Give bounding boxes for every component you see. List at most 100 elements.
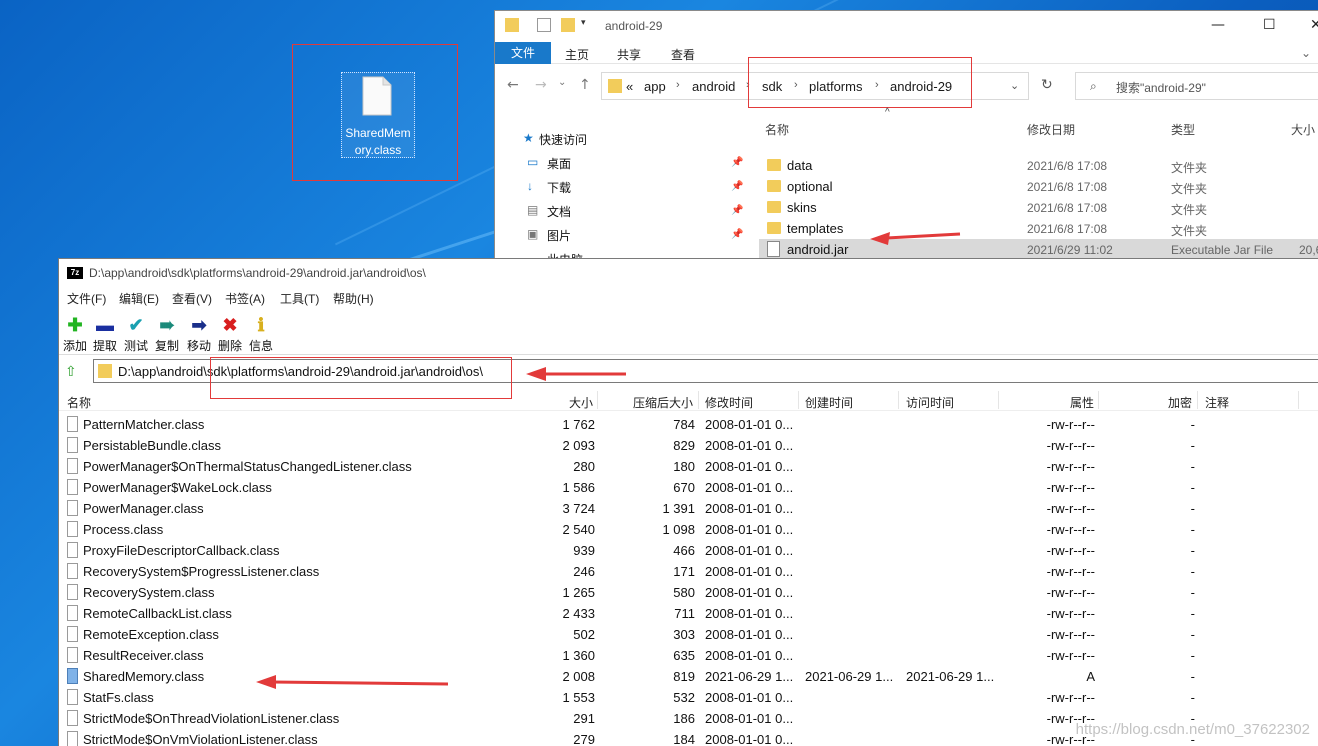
column-header-created[interactable]: 创建时间 [805, 394, 853, 411]
forward-icon[interactable]: → [535, 77, 547, 93]
column-header-packed-size[interactable]: 压缩后大小 [633, 394, 693, 411]
up-icon[interactable]: ↑ [579, 77, 591, 93]
table-row[interactable]: PersistableBundle.class 2 093 829 2008-01-0… [59, 435, 1318, 456]
table-row[interactable]: PowerManager.class 3 724 1 391 2008-01-01 0… [59, 498, 1318, 519]
copy-button[interactable]: ➠ 复制 [151, 315, 183, 354]
close-icon[interactable]: ✕ [1310, 17, 1318, 33]
table-row[interactable]: PatternMatcher.class 1 762 784 2008-01-01 0… [59, 414, 1318, 435]
item-type: Executable Jar File [1171, 243, 1274, 257]
list-item[interactable]: optional 2021/6/8 17:08 文件夹 [759, 176, 1318, 197]
cell-name: ProxyFileDescriptorCallback.class [83, 543, 280, 558]
menu-file[interactable]: 文件(F) [67, 290, 106, 307]
properties-icon[interactable] [537, 18, 551, 32]
up-folder-icon[interactable]: ⇧ [65, 363, 77, 380]
tab-file[interactable]: 文件 [495, 42, 551, 64]
menu-bookmarks[interactable]: 书签(A) [225, 290, 265, 307]
breadcrumb-overflow[interactable]: « [626, 79, 633, 94]
item-name: skins [787, 200, 817, 215]
table-row[interactable]: SharedMemory.class 2 008 819 2021-06-29 1..… [59, 666, 1318, 687]
chevron-down-icon[interactable]: ⌄ [1010, 79, 1019, 92]
list-item[interactable]: data 2021/6/8 17:08 文件夹 [759, 155, 1318, 176]
item-date: 2021/6/8 17:08 [1027, 180, 1108, 194]
column-header-comment[interactable]: 注释 [1205, 394, 1229, 411]
table-row[interactable]: ResultReceiver.class 1 360 635 2008-01-01 0… [59, 645, 1318, 666]
item-name: optional [787, 179, 833, 194]
extract-button[interactable]: ▬ 提取 [89, 315, 121, 354]
column-header-accessed[interactable]: 访问时间 [906, 394, 954, 411]
menu-tools[interactable]: 工具(T) [280, 290, 319, 307]
column-divider[interactable] [1298, 391, 1299, 409]
tab-home[interactable]: 主页 [565, 46, 589, 63]
expand-ribbon-icon[interactable]: ⌄ [1301, 46, 1311, 60]
list-item[interactable]: templates 2021/6/8 17:08 文件夹 [759, 218, 1318, 239]
cell-name: RecoverySystem$ProgressListener.class [83, 564, 320, 579]
move-label: 移动 [186, 339, 211, 353]
table-row[interactable]: StatFs.class 1 553 532 2008-01-01 0... -rw-r… [59, 687, 1318, 708]
table-row[interactable]: RecoverySystem$ProgressListener.class 246… [59, 561, 1318, 582]
cell-modified: 2008-01-01 0... [705, 459, 794, 474]
new-folder-icon[interactable] [561, 18, 575, 32]
minimize-icon[interactable]: — [1211, 17, 1225, 33]
column-divider[interactable] [1098, 391, 1099, 409]
delete-button[interactable]: ✖ 删除 [214, 315, 246, 354]
cell-size: 3 724 [562, 501, 595, 516]
column-header-type[interactable]: 类型 [1171, 121, 1195, 138]
column-divider[interactable] [798, 391, 799, 409]
column-header-size[interactable]: 大小 [1291, 121, 1315, 138]
refresh-icon[interactable]: ↻ [1041, 77, 1053, 93]
recent-chevron-icon[interactable]: ⌄ [558, 77, 566, 88]
cell-modified: 2008-01-01 0... [705, 438, 794, 453]
column-divider[interactable] [1197, 391, 1198, 409]
column-header-encrypted[interactable]: 加密 [1168, 394, 1192, 411]
tab-share[interactable]: 共享 [617, 46, 641, 63]
cell-name: PatternMatcher.class [83, 417, 205, 432]
table-row[interactable]: RemoteException.class 502 303 2008-01-01 0.… [59, 624, 1318, 645]
column-divider[interactable] [898, 391, 899, 409]
nav-item-downloads[interactable]: 下载 [547, 179, 571, 196]
table-row[interactable]: RecoverySystem.class 1 265 580 2008-01-01 0… [59, 582, 1318, 603]
cell-packed-size: 303 [673, 627, 695, 642]
class-file-icon [67, 710, 78, 726]
nav-item-pictures[interactable]: 图片 [547, 227, 571, 244]
nav-item-quick-access[interactable]: 快速访问 [539, 131, 587, 148]
add-button[interactable]: ✚ 添加 [59, 315, 91, 354]
list-item[interactable]: skins 2021/6/8 17:08 文件夹 [759, 197, 1318, 218]
column-header-attributes[interactable]: 属性 [1070, 394, 1094, 411]
info-button[interactable]: ℹ 信息 [245, 315, 277, 354]
maximize-icon[interactable]: ☐ [1263, 17, 1276, 33]
desktop-file-label[interactable]: SharedMem ory.class [338, 125, 418, 159]
search-input[interactable]: ⌕ 搜索"android-29" [1075, 72, 1318, 100]
chevron-down-icon[interactable]: ▾ [581, 18, 595, 32]
column-header-modified[interactable]: 修改时间 [705, 394, 753, 411]
column-header-size[interactable]: 大小 [569, 394, 593, 411]
breadcrumb-item[interactable]: app [644, 79, 666, 94]
table-row[interactable]: PowerManager$WakeLock.class 1 586 670 2008-… [59, 477, 1318, 498]
tab-view[interactable]: 查看 [671, 46, 695, 63]
column-header-name[interactable]: 名称 [67, 394, 91, 411]
nav-item-documents[interactable]: 文档 [547, 203, 571, 220]
column-divider[interactable] [998, 391, 999, 409]
cell-packed-size: 1 098 [662, 522, 695, 537]
test-button[interactable]: ✔ 测试 [120, 315, 152, 354]
move-button[interactable]: ➡ 移动 [183, 315, 215, 354]
column-header-date[interactable]: 修改日期 [1027, 121, 1075, 138]
column-divider[interactable] [597, 391, 598, 409]
cell-packed-size: 635 [673, 648, 695, 663]
list-item-selected[interactable]: android.jar 2021/6/29 11:02 Executable J… [759, 239, 1318, 260]
cell-packed-size: 466 [673, 543, 695, 558]
table-row[interactable]: PowerManager$OnThermalStatusChangedListe… [59, 456, 1318, 477]
menu-help[interactable]: 帮助(H) [333, 290, 374, 307]
column-divider[interactable] [698, 391, 699, 409]
back-icon[interactable]: ← [507, 77, 519, 93]
breadcrumb-item[interactable]: android [692, 79, 735, 94]
table-row[interactable]: ProxyFileDescriptorCallback.class 939 466 2… [59, 540, 1318, 561]
menu-view[interactable]: 查看(V) [172, 290, 212, 307]
menu-edit[interactable]: 编辑(E) [119, 290, 159, 307]
table-row[interactable]: RemoteCallbackList.class 2 433 711 2008-01-… [59, 603, 1318, 624]
nav-item-desktop[interactable]: 桌面 [547, 155, 571, 172]
cell-attributes: A [1086, 669, 1095, 684]
column-header-name[interactable]: 名称 [765, 121, 789, 138]
cell-encrypted: - [1190, 669, 1195, 684]
cell-name: StrictMode$OnVmViolationListener.class [83, 732, 318, 746]
table-row[interactable]: Process.class 2 540 1 098 2008-01-01 0... -r… [59, 519, 1318, 540]
